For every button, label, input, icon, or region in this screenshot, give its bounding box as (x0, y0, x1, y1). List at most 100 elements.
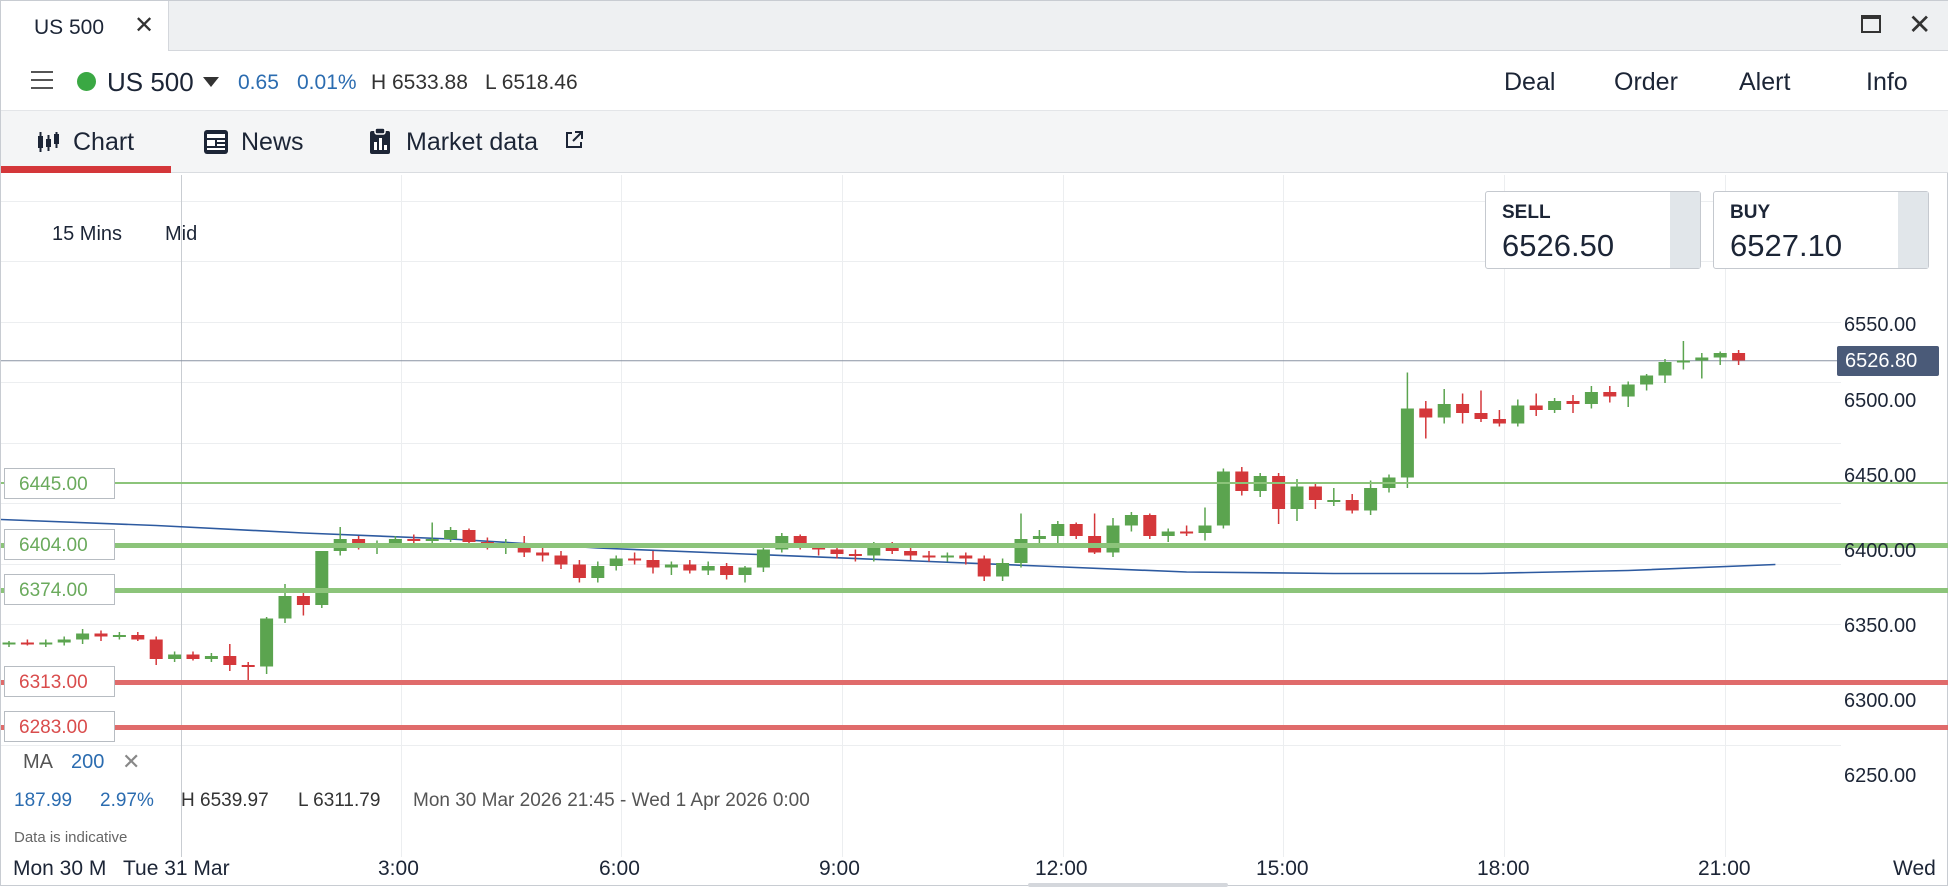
y-tick-label: 6550.00 (1844, 314, 1917, 336)
candle-body (1198, 525, 1212, 533)
candle-body (186, 654, 200, 659)
candle (683, 560, 697, 574)
order-button[interactable]: Order (1614, 68, 1678, 97)
price-level-label[interactable]: 6445.00 (4, 467, 115, 499)
candle (1143, 513, 1157, 539)
candle-body (1621, 384, 1635, 397)
price-chart[interactable]: 15 Mins Mid SELL 6526.50 BUY 6527.10 644… (1, 173, 1948, 887)
x-tick-label: 15:00 (1256, 857, 1309, 880)
current-price-marker: 6526.80 (1837, 346, 1939, 376)
candle (922, 551, 936, 562)
candle (646, 551, 660, 574)
close-tab-icon[interactable]: ✕ (134, 11, 154, 40)
range-low: L 6311.79 (298, 790, 381, 811)
price-level-label[interactable]: 6404.00 (4, 529, 115, 560)
day-low: L 6518.46 (485, 71, 578, 94)
candle (39, 639, 53, 647)
candle-body (112, 635, 126, 637)
y-tick-label: 6300.00 (1844, 690, 1917, 712)
candle-body (664, 564, 678, 568)
price-level-label[interactable]: 6374.00 (4, 574, 115, 605)
candle-body (904, 551, 918, 556)
alert-button[interactable]: Alert (1739, 68, 1790, 97)
indicator-name: MA (23, 751, 53, 773)
instrument-tab[interactable]: US 500 ✕ (1, 1, 169, 51)
maximize-icon[interactable] (1861, 15, 1881, 33)
candle (260, 617, 274, 674)
change-percent: 0.01% (297, 71, 357, 94)
candlestick-plot (1, 341, 1837, 685)
candle (1492, 410, 1506, 427)
price-level-label[interactable]: 6313.00 (4, 665, 115, 697)
price-level-line (1, 481, 1948, 484)
price-level-label[interactable]: 6283.00 (4, 710, 115, 742)
instrument-selector[interactable]: US 500 (107, 67, 194, 98)
candle (1676, 341, 1690, 370)
y-tick-label: 6500.00 (1844, 390, 1917, 412)
remove-indicator-icon[interactable]: ✕ (122, 749, 140, 775)
candle (1106, 518, 1120, 557)
candle (112, 632, 126, 640)
candle-body (848, 554, 862, 556)
x-tick-label: 3:00 (378, 857, 419, 880)
candle (1345, 494, 1359, 514)
tab-news[interactable]: News (191, 111, 331, 173)
candle-body (1732, 353, 1746, 361)
range-period: Mon 30 Mar 2026 21:45 - Wed 1 Apr 2026 0… (413, 790, 810, 811)
hamburger-menu-icon[interactable] (31, 71, 53, 91)
candle-body (407, 539, 421, 541)
day-high: H 6533.88 (371, 71, 468, 94)
candle-body (701, 566, 715, 571)
app-window: US 500 ✕ ✕ US 500 0.65 0.01% H 6533.88 L… (0, 0, 1948, 887)
clipboard-icon (370, 128, 390, 154)
candle (1474, 390, 1488, 422)
x-tick-label: 9:00 (819, 857, 860, 880)
candle (830, 546, 844, 559)
candle (315, 551, 329, 608)
chevron-down-icon[interactable] (203, 77, 219, 87)
candle (1548, 398, 1562, 413)
candle-body (20, 642, 34, 645)
newspaper-icon (204, 130, 228, 154)
tab-chart[interactable]: Chart (1, 111, 171, 173)
tab-market-data[interactable]: Market data (361, 111, 601, 173)
candle-body (977, 558, 991, 577)
candle-body (223, 656, 237, 665)
candle-body (1456, 404, 1470, 413)
candle-body (1308, 486, 1322, 500)
candle (20, 639, 34, 646)
candle-body (572, 564, 586, 578)
candle (554, 551, 568, 569)
candle-body (425, 539, 439, 541)
candle (1014, 513, 1028, 568)
deal-button[interactable]: Deal (1504, 68, 1555, 97)
candle-body (1676, 360, 1690, 363)
candle (2, 641, 16, 647)
candle (94, 630, 108, 641)
candle-body (1492, 419, 1506, 424)
close-window-icon[interactable]: ✕ (1908, 8, 1931, 41)
candle-body (1161, 531, 1175, 536)
candle-body (1640, 375, 1654, 385)
candle (756, 545, 770, 572)
candle-body (830, 549, 844, 554)
chart-scrollbar[interactable] (1028, 883, 1228, 887)
candle-body (168, 654, 182, 659)
candle (536, 548, 550, 562)
disclaimer-text: Data is indicative (14, 829, 128, 846)
info-button[interactable]: Info (1866, 68, 1908, 97)
candle-body (1345, 500, 1359, 511)
candle (628, 552, 642, 565)
candle-body (1364, 488, 1378, 511)
candle-body (1603, 392, 1617, 397)
range-high: H 6539.97 (181, 790, 269, 811)
range-change: 187.99 (14, 790, 73, 811)
candle (1051, 521, 1065, 544)
candle-body (278, 596, 292, 619)
indicator-period[interactable]: 200 (71, 751, 104, 774)
candle (1713, 351, 1727, 365)
candle-body (1253, 476, 1267, 491)
candle-body (554, 555, 568, 565)
candle (1364, 480, 1378, 515)
external-link-icon (566, 131, 583, 148)
